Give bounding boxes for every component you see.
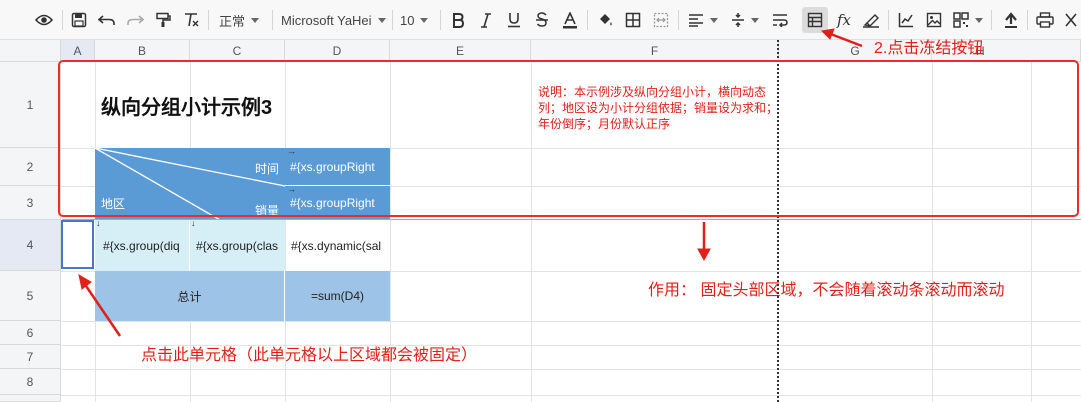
purpose-annotation: 作用： 固定头部区域，不会随着滚动条滚动而滚动 <box>648 282 1005 299</box>
click-cell-annotation: 点击此单元格（此单元格以上区域都会被固定） <box>141 347 478 364</box>
freeze-hint-annotation: 2.点击冻结按钮 <box>874 40 984 57</box>
